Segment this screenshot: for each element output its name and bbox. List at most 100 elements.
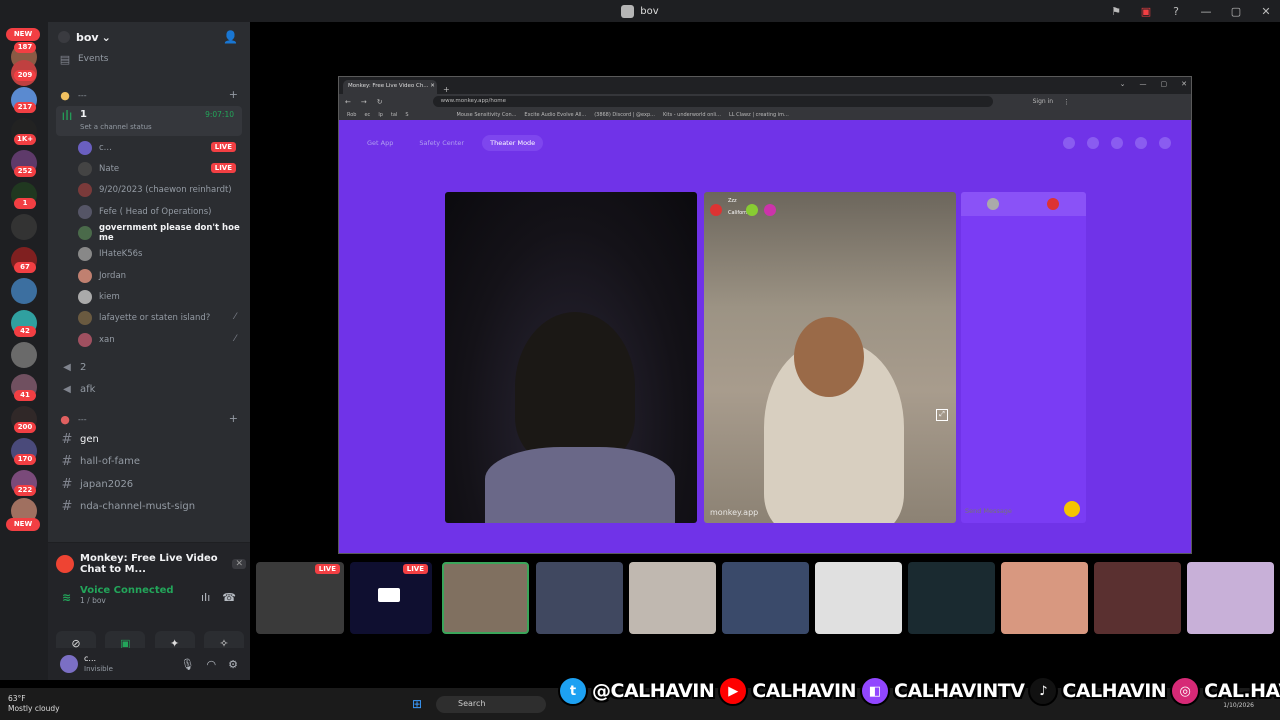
gift-icon[interactable]	[764, 204, 776, 216]
minimize-button[interactable]: —	[1140, 80, 1147, 88]
bookmark[interactable]: ec	[364, 112, 370, 118]
category-header[interactable]: ● ---	[58, 86, 86, 104]
bookmark[interactable]: Mouse Sensitivity Con...	[457, 112, 517, 118]
menu-icon[interactable]: ⋮	[1063, 98, 1070, 106]
member-name: government please don't hoe me	[99, 223, 240, 243]
participant-tile[interactable]	[815, 562, 902, 634]
headphones-icon[interactable]: ◠	[207, 658, 217, 671]
mention-badge: 41	[14, 390, 36, 401]
bookmark[interactable]: (3868) Discord | @exp...	[594, 112, 655, 118]
text-channel-gen[interactable]: # gen	[56, 429, 242, 449]
bookmark[interactable]: Rob	[347, 112, 356, 118]
weather-widget[interactable]: 63°F Mostly cloudy	[8, 694, 60, 714]
voice-member[interactable]: c... LIVE	[78, 138, 246, 158]
close-button[interactable]: ✕	[1258, 5, 1274, 18]
windows-start-icon[interactable]: ⊞	[412, 697, 426, 711]
server-icon[interactable]	[11, 278, 37, 304]
safety-center-link[interactable]: Safety Center	[411, 135, 472, 151]
taskbar-search[interactable]: Search	[436, 696, 546, 713]
server-icon[interactable]	[11, 342, 37, 368]
category-emoji-icon: ●	[60, 88, 70, 102]
user-avatar[interactable]	[60, 655, 78, 673]
mention-badge: 42	[14, 326, 36, 337]
add-channel-icon[interactable]: +	[229, 412, 238, 425]
participant-tile[interactable]	[1001, 562, 1088, 634]
theater-mode-button[interactable]: Theater Mode	[482, 135, 544, 151]
maximize-button[interactable]: ▢	[1228, 5, 1244, 18]
like-icon[interactable]	[746, 204, 758, 216]
category-header[interactable]: ● ---	[58, 410, 86, 428]
browser-tab[interactable]: Monkey: Free Live Video Ch... ✕	[343, 80, 437, 94]
bookmark[interactable]: tal	[391, 112, 397, 118]
settings-gear-icon[interactable]: ⚙	[228, 658, 238, 671]
chat-icon[interactable]	[1135, 137, 1147, 149]
send-gift-button[interactable]	[1064, 501, 1080, 517]
fullscreen-icon[interactable]: ⤢	[936, 409, 948, 421]
stream-thumbnail[interactable]: LIVE	[350, 562, 432, 634]
history-icon[interactable]	[1111, 137, 1123, 149]
maximize-button[interactable]: ▢	[1161, 80, 1168, 88]
participant-tile[interactable]	[1187, 562, 1274, 634]
voice-member[interactable]: Jordan	[78, 266, 246, 286]
minimize-button[interactable]: —	[1198, 5, 1214, 18]
voice-member[interactable]: kiem	[78, 287, 246, 307]
settings-icon[interactable]	[1159, 137, 1171, 149]
events-link[interactable]: ▤ Events	[58, 50, 109, 68]
new-tab-icon[interactable]: +	[443, 85, 450, 94]
server-header[interactable]: bov ⌄ 👤	[48, 22, 250, 52]
sign-in-label: Sign in	[1032, 98, 1054, 105]
member-name: xan	[99, 335, 115, 345]
server-icon[interactable]	[11, 214, 37, 240]
voice-member[interactable]: Nate LIVE	[78, 159, 246, 179]
bookmark[interactable]: LL Clawz | creating im...	[729, 112, 789, 118]
bookmark[interactable]: Excite Audio Evolve All...	[524, 112, 586, 118]
inbox-icon[interactable]: ⚑	[1108, 5, 1124, 18]
help-icon[interactable]: ?	[1168, 5, 1184, 18]
participant-tile[interactable]	[722, 562, 809, 634]
mic-icon[interactable]: 🎙	[181, 658, 195, 671]
add-channel-icon[interactable]: +	[229, 88, 238, 101]
text-channel[interactable]: # nda-channel-must-sign	[56, 496, 242, 516]
stream-thumbnail[interactable]: LIVE	[256, 562, 344, 634]
channel-status[interactable]: Set a channel status	[80, 123, 152, 131]
bookmark[interactable]: lp	[378, 112, 383, 118]
bookmark[interactable]: Kits - underworld onli...	[663, 112, 721, 118]
text-channel[interactable]: # hall-of-fame	[56, 451, 242, 471]
tab-list-icon[interactable]: ⌄	[1120, 80, 1126, 88]
screen-share-icon[interactable]: ▣	[1138, 5, 1154, 18]
activity-card[interactable]: Monkey: Free Live Video Chat to M... ✕	[56, 551, 246, 577]
voice-member[interactable]: lafayette or staten island? ⁄	[78, 308, 246, 328]
voice-channel-1[interactable]: ıIı 1 9:07:10 Set a channel status	[56, 106, 242, 136]
reload-icon[interactable]: ↻	[377, 98, 383, 106]
noise-suppression-icon[interactable]: ıIı	[201, 591, 210, 604]
address-bar[interactable]: www.monkey.app/home	[432, 96, 993, 107]
profile-icon[interactable]	[1087, 137, 1099, 149]
disconnect-icon[interactable]: ☎	[222, 591, 236, 604]
close-activity-icon[interactable]: ✕	[232, 559, 246, 569]
bookmark[interactable]: S	[405, 112, 408, 118]
participant-tile[interactable]	[442, 562, 529, 634]
browser-window: Monkey: Free Live Video Ch... ✕ + ⌄ — ▢ …	[338, 76, 1192, 554]
participant-tile[interactable]	[1094, 562, 1181, 634]
sign-in-button[interactable]: Sign in	[1033, 98, 1053, 105]
voice-channel-afk[interactable]: ◀ afk	[56, 379, 242, 399]
forward-icon[interactable]: →	[361, 98, 367, 106]
voice-member[interactable]: government please don't hoe me	[78, 223, 246, 243]
participant-tile[interactable]	[536, 562, 623, 634]
voice-status[interactable]: ≋ Voice Connected 1 / bov	[62, 585, 174, 605]
voice-channel-2[interactable]: ◀ 2	[56, 357, 242, 377]
gender-icon	[1047, 198, 1059, 210]
invite-icon[interactable]: 👤	[223, 30, 238, 44]
participant-tile[interactable]	[908, 562, 995, 634]
back-icon[interactable]: ←	[345, 98, 351, 106]
search-icon[interactable]	[1063, 137, 1075, 149]
message-input[interactable]	[965, 507, 1055, 515]
text-channel[interactable]: # japan2026	[56, 474, 242, 494]
voice-member[interactable]: 9/20/2023 (chaewon reinhardt)	[78, 180, 246, 200]
voice-member[interactable]: xan ⁄	[78, 330, 246, 350]
voice-member[interactable]: Fefe ( Head of Operations)	[78, 202, 246, 222]
get-app-link[interactable]: Get App	[359, 135, 401, 151]
participant-tile[interactable]	[629, 562, 716, 634]
close-button[interactable]: ✕	[1181, 80, 1187, 88]
voice-member[interactable]: IHateK56s	[78, 244, 246, 264]
